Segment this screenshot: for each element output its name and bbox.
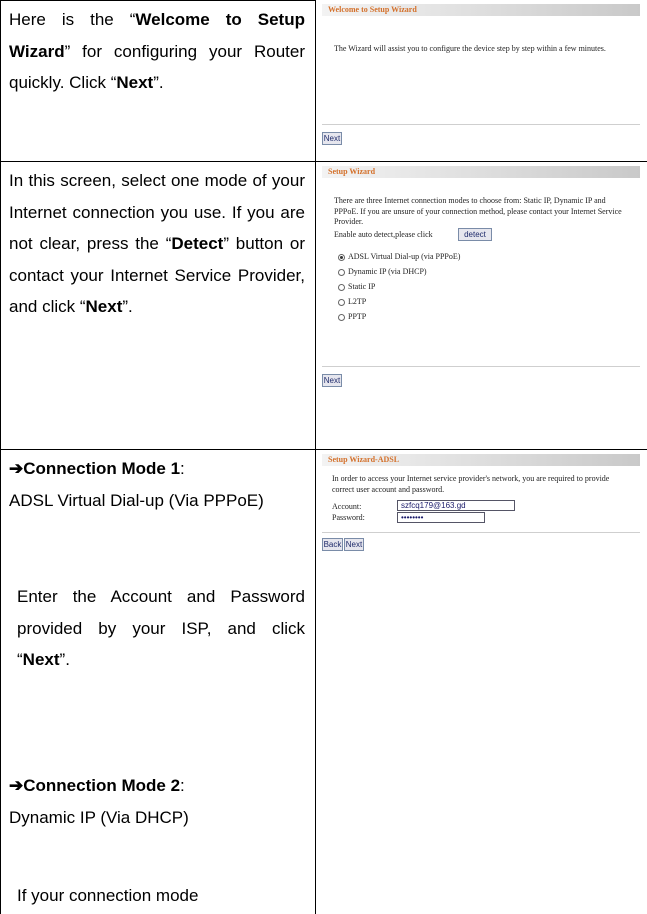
account-label: Account: — [332, 502, 362, 511]
radio-l2tp[interactable] — [338, 299, 345, 306]
mode1-colon: : — [180, 459, 185, 478]
detect-prompt: Enable auto detect,please click — [334, 230, 433, 239]
welcome-screenshot: Welcome to Setup Wizard The Wizard will … — [322, 4, 640, 152]
row2-text-bold-next: Next — [85, 297, 123, 316]
row2-text-post: ”. — [122, 297, 133, 316]
mode2-title: Connection Mode 2 — [23, 776, 181, 795]
radio-dynamic-ip-label: Dynamic IP (via DHCP) — [348, 267, 427, 276]
wizard-next-button[interactable]: Next — [322, 374, 342, 387]
row1-text-pre: Here is the “ — [9, 10, 136, 29]
detect-button[interactable]: detect — [458, 228, 492, 241]
table-border-top — [0, 0, 316, 1]
radio-l2tp-label: L2TP — [348, 297, 367, 306]
mode1-description: ADSL Virtual Dial-up (Via PPPoE) — [9, 491, 264, 510]
arrow-icon: ➔ — [9, 459, 24, 478]
row2-instruction: In this screen, select one mode of your … — [9, 165, 305, 323]
password-label: Password: — [332, 513, 365, 522]
radio-adsl-pppoe[interactable] — [338, 254, 345, 261]
row1-text-post: ”. — [153, 73, 164, 92]
mode1-body-post: ”. — [59, 650, 70, 669]
mode1-body: Enter the Account and Password provided … — [17, 581, 305, 676]
setup-wizard-screenshot: Setup Wizard There are three Internet co… — [322, 166, 640, 441]
wizard-title: Setup Wizard — [328, 167, 376, 176]
radio-pptp[interactable] — [338, 314, 345, 321]
wizard-title-bar: Setup Wizard — [322, 166, 640, 178]
row1-instruction: Here is the “Welcome to Setup Wizard” fo… — [9, 4, 305, 99]
row2-text-bold-detect: Detect — [171, 234, 224, 253]
radio-static-ip-label: Static IP — [348, 282, 376, 291]
welcome-separator — [322, 124, 640, 125]
radio-static-ip[interactable] — [338, 284, 345, 291]
radio-dynamic-ip[interactable] — [338, 269, 345, 276]
welcome-title-bar: Welcome to Setup Wizard — [322, 4, 640, 16]
mode1-title: Connection Mode 1 — [23, 459, 181, 478]
mode2-description: Dynamic IP (Via DHCP) — [9, 808, 189, 827]
welcome-title: Welcome to Setup Wizard — [328, 5, 417, 14]
welcome-description: The Wizard will assist you to configure … — [334, 44, 606, 53]
radio-pptp-label: PPTP — [348, 312, 367, 321]
adsl-screenshot: Setup Wizard-ADSL In order to access you… — [322, 454, 640, 564]
adsl-title: Setup Wizard-ADSL — [328, 455, 400, 464]
adsl-separator — [322, 532, 640, 533]
password-field[interactable]: •••••••• — [397, 512, 485, 523]
radio-adsl-pppoe-label: ADSL Virtual Dial-up (via PPPoE) — [348, 252, 461, 261]
arrow-icon: ➔ — [9, 776, 24, 795]
adsl-next-button[interactable]: Next — [344, 538, 364, 551]
row-divider-1 — [0, 161, 316, 162]
row1-text-bold-next: Next — [116, 73, 154, 92]
row-divider-2-right — [316, 449, 647, 450]
row3-mode2-heading: ➔Connection Mode 2: — [9, 770, 305, 802]
wizard-separator — [322, 366, 640, 367]
row-divider-1-right — [316, 161, 647, 162]
row3-mode1-heading: ➔Connection Mode 1: — [9, 453, 305, 485]
mode2-body: If your connection mode — [17, 886, 199, 905]
welcome-next-button[interactable]: Next — [322, 132, 342, 145]
wizard-description: There are three Internet connection mode… — [334, 196, 622, 226]
row-divider-2 — [0, 449, 316, 450]
table-border-left — [0, 0, 1, 914]
table-column-divider — [315, 0, 316, 914]
mode1-body-bold-next: Next — [22, 650, 60, 669]
account-field[interactable]: szfcq179@163.gd — [397, 500, 515, 511]
adsl-back-button[interactable]: Back — [322, 538, 343, 551]
mode2-colon: : — [180, 776, 185, 795]
adsl-description: In order to access your Internet service… — [332, 474, 610, 494]
adsl-title-bar: Setup Wizard-ADSL — [322, 454, 640, 466]
